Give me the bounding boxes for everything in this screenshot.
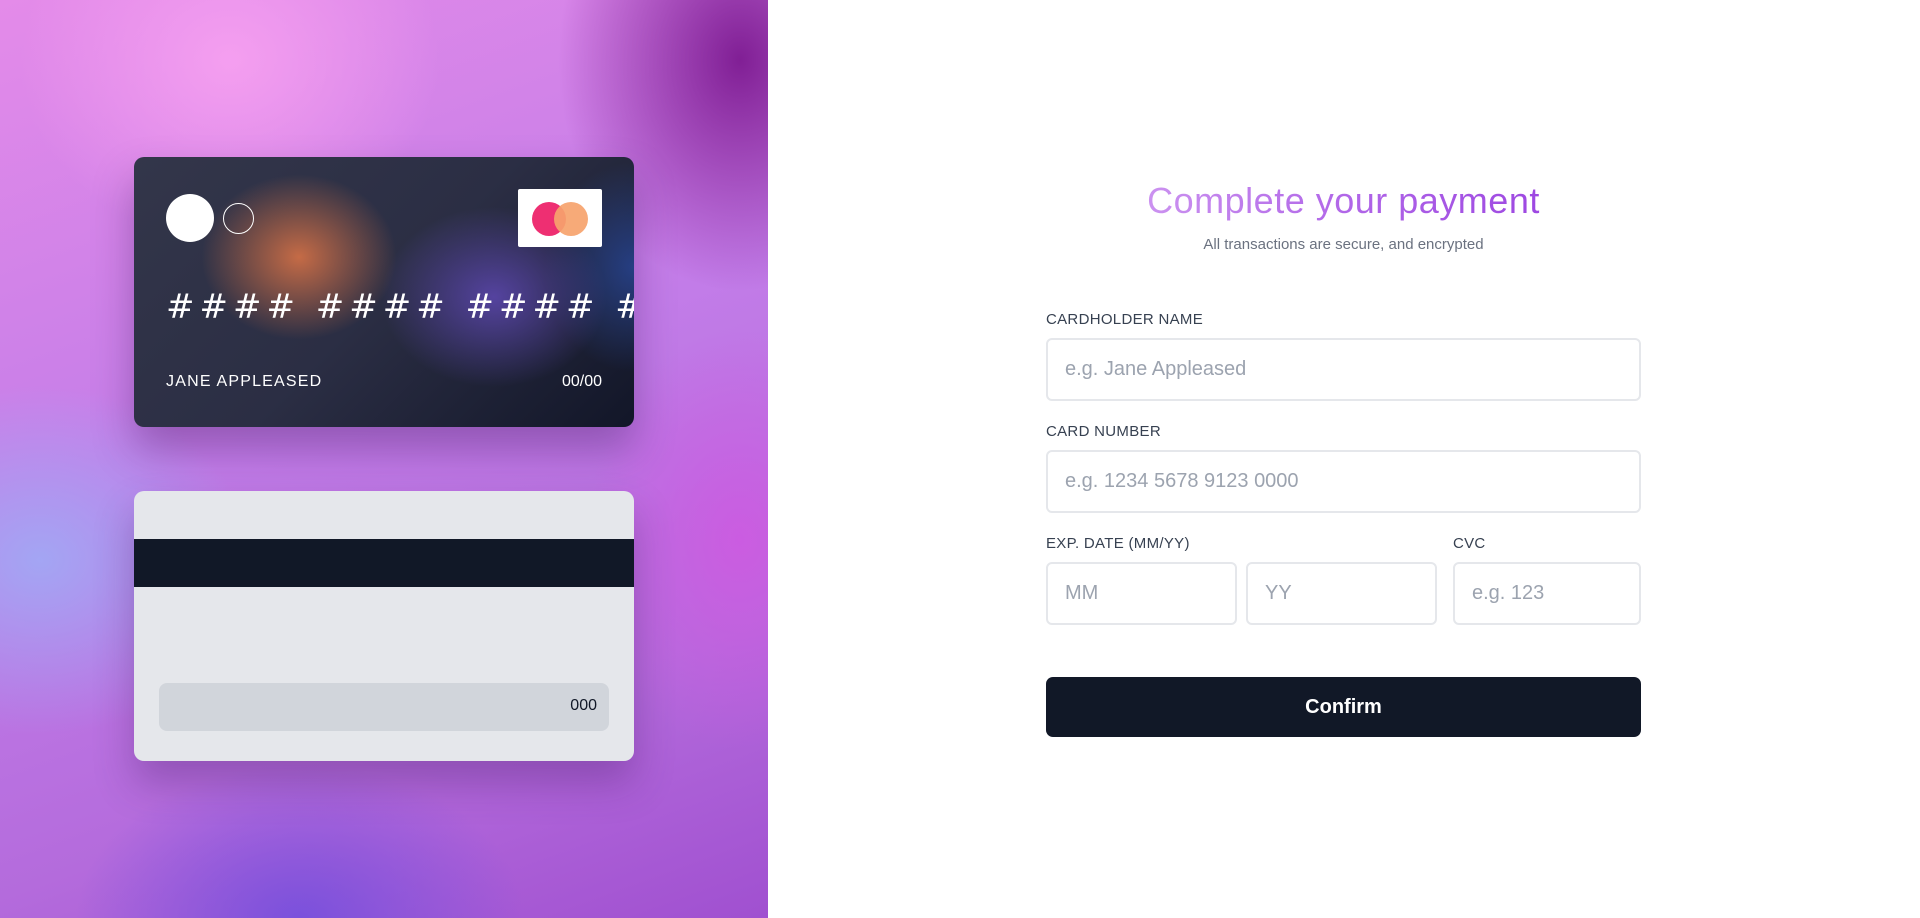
card-circle-outline-icon (223, 203, 254, 234)
card-number-input[interactable] (1046, 450, 1641, 513)
page-subtitle: All transactions are secure, and encrypt… (1203, 236, 1484, 253)
card-back-cvc: 000 (570, 697, 597, 714)
expiry-label: EXP. DATE (MM/YY) (1046, 535, 1190, 552)
card-front: #### #### #### #### JANE APPLEASED 00/00 (134, 157, 634, 427)
cardholder-label: CARDHOLDER NAME (1046, 311, 1204, 328)
card-front-expiry: 00/00 (561, 373, 602, 390)
cvc-input[interactable] (1453, 562, 1641, 625)
card-front-number: #### #### #### #### (166, 287, 634, 327)
magnetic-stripe (134, 539, 634, 587)
cardholder-name-input[interactable] (1046, 338, 1641, 401)
mastercard-logo-icon (518, 189, 602, 247)
cvc-label: CVC (1453, 535, 1486, 552)
mastercard-orange-circle (554, 202, 588, 236)
card-number-label: CARD NUMBER (1046, 423, 1161, 440)
card-circle-large-icon (166, 194, 214, 242)
expiry-year-input[interactable] (1246, 562, 1437, 625)
expiry-month-input[interactable] (1046, 562, 1237, 625)
confirm-button[interactable]: Confirm (1046, 677, 1641, 737)
expiry-field-group: EXP. DATE (MM/YY) (1046, 535, 1437, 625)
signature-strip: 000 (159, 683, 609, 731)
page-title: Complete your payment (1046, 180, 1641, 222)
card-back: 000 (134, 491, 634, 761)
card-preview-panel: #### #### #### #### JANE APPLEASED 00/00… (0, 0, 768, 918)
cardholder-field-group: CARDHOLDER NAME (1046, 311, 1641, 401)
card-number-field-group: CARD NUMBER (1046, 423, 1641, 513)
cvc-field-group: CVC (1453, 535, 1641, 625)
card-front-holder-name: JANE APPLEASED (166, 373, 323, 390)
payment-form: Complete your payment All transactions a… (1046, 170, 1641, 737)
